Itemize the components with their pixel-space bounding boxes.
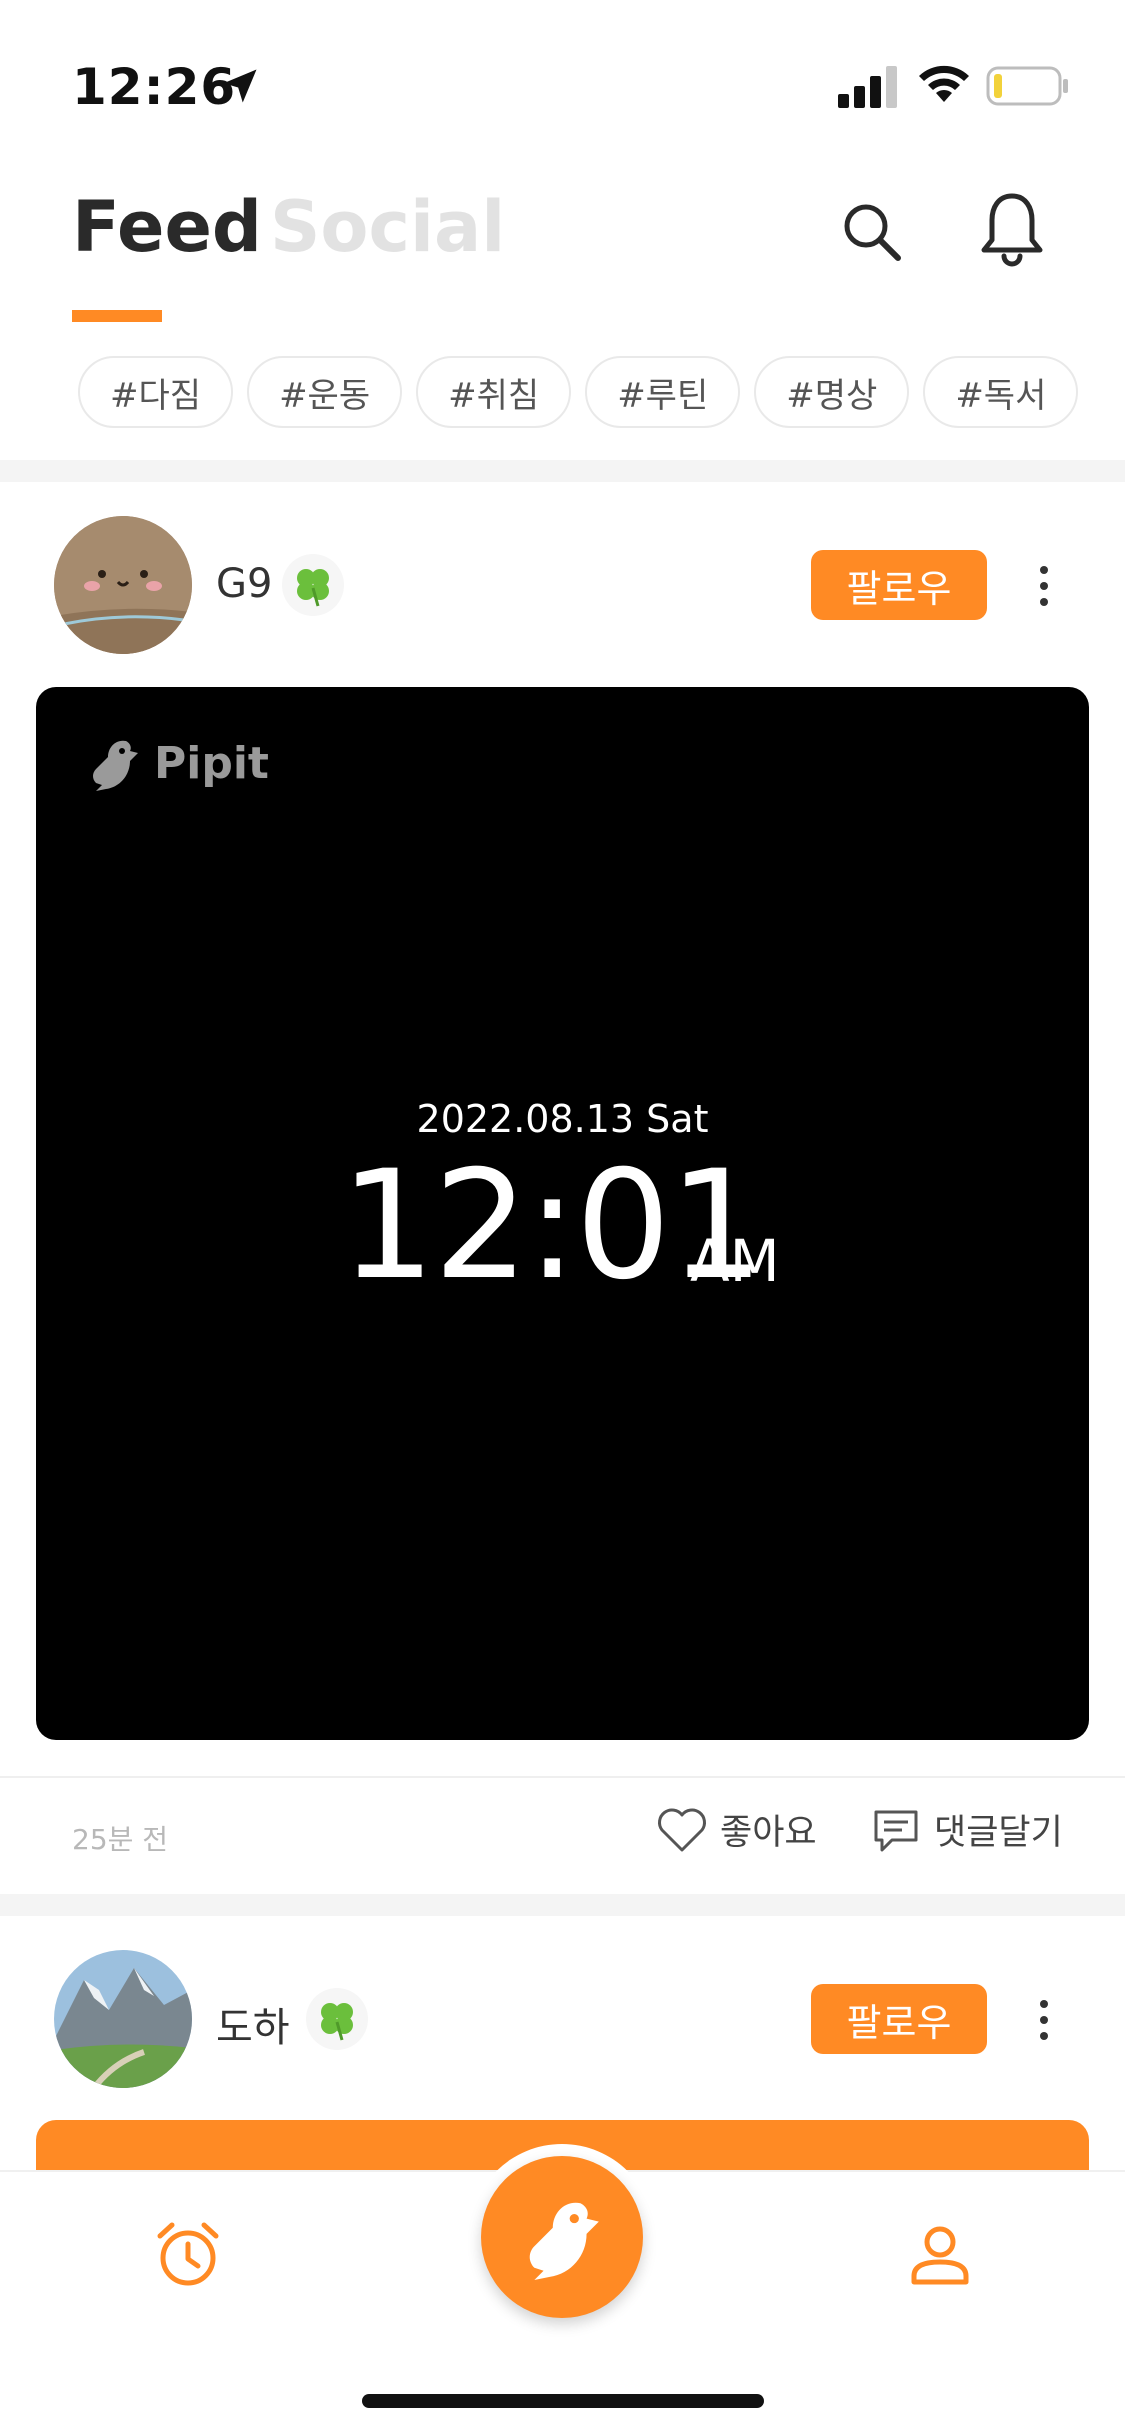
follow-button[interactable]: 팔로우 [811,550,987,620]
header: Feed Social [0,160,1125,330]
avatar[interactable] [54,516,192,654]
heart-icon [658,1808,706,1851]
hashtag-chip[interactable]: #루틴 [585,356,741,428]
avatar[interactable] [54,1950,192,2088]
avatar-image [54,1950,192,2088]
hashtag-chip[interactable]: #운동 [247,356,403,428]
bell-icon[interactable] [976,190,1048,270]
post-time-ago: 25분 전 [72,1823,169,1856]
section-divider [0,1894,1125,1916]
search-icon[interactable] [836,196,908,268]
bird-icon [529,2202,599,2280]
hashtag-chip[interactable]: #다짐 [78,356,234,428]
battery-icon [986,66,1068,106]
hashtag-chip[interactable]: #취침 [416,356,572,428]
post-username[interactable]: G9 [216,561,272,607]
comment-label: 댓글달기 [934,1813,1063,1853]
comment-button[interactable]: 댓글달기 [870,1804,1063,1855]
status-bar: 12:26 [0,0,1125,140]
location-arrow-icon [223,69,257,103]
home-indicator[interactable] [362,2394,764,2408]
post-footer: 25분 전 좋아요 댓글달기 [0,1778,1125,1894]
status-time: 12:26 [72,58,237,116]
more-vertical-icon[interactable] [1024,1990,1064,2050]
bird-icon [93,740,138,791]
profile-icon[interactable] [904,2218,976,2290]
clover-icon [282,554,344,616]
active-tab-indicator [72,310,162,322]
create-post-button[interactable] [481,2156,643,2318]
wifi-icon [919,65,969,102]
more-vertical-icon[interactable] [1024,556,1064,616]
follow-button[interactable]: 팔로우 [811,1984,987,2054]
clover-icon [306,1988,368,2050]
pipit-logo-text: Pipit [154,737,269,789]
tab-feed[interactable]: Feed [72,186,262,268]
pipit-logo: Pipit [86,735,269,791]
comment-icon [874,1810,918,1851]
alarm-clock-icon[interactable] [152,2218,224,2290]
post-image[interactable]: Pipit 2022.08.13 Sat 12:01 AM [36,687,1089,1740]
hashtag-chip[interactable]: #명상 [754,356,910,428]
clock-date: 2022.08.13 Sat [416,1097,709,1141]
clock-ampm: AM [690,1227,780,1295]
like-button[interactable]: 좋아요 [656,1804,817,1855]
hashtag-filter-bar: #다짐 #운동 #취침 #루틴 #명상 #독서 [78,356,1088,428]
section-divider [0,460,1125,482]
signal-icon [838,66,897,108]
like-label: 좋아요 [720,1813,817,1853]
tab-social[interactable]: Social [270,186,505,268]
avatar-image [54,516,192,654]
hashtag-chip[interactable]: #독서 [923,356,1079,428]
post-username[interactable]: 도하 [216,1995,290,2053]
